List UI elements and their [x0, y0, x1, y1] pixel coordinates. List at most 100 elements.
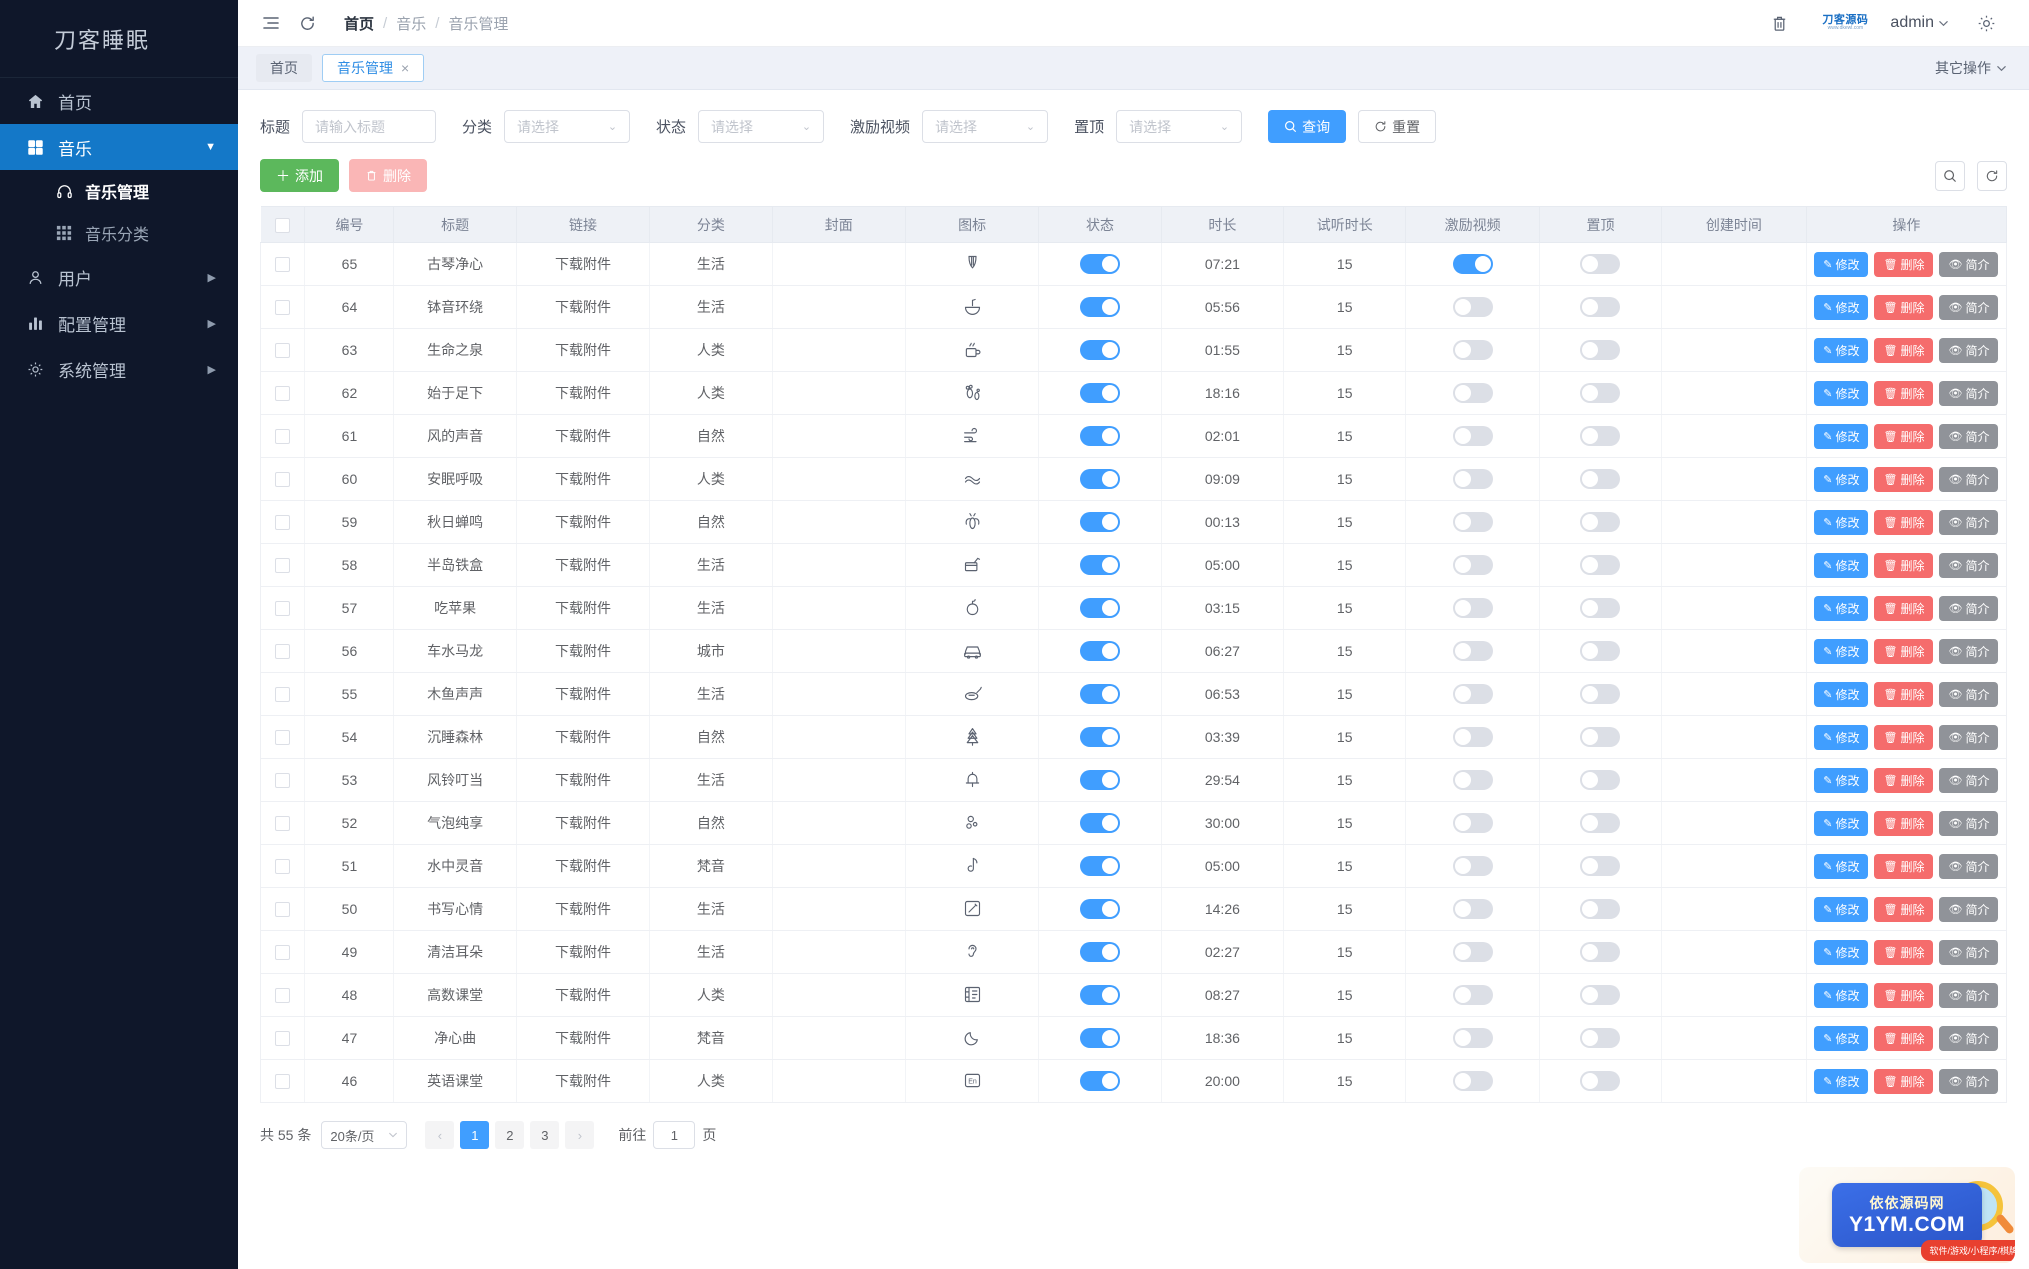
row-checkbox[interactable] [275, 300, 291, 316]
top-toggle[interactable] [1580, 512, 1621, 532]
row-删除-button[interactable]: 🗑 删除 [1874, 1068, 1934, 1094]
table-row[interactable]: 49 清洁耳朵 下载附件 生活 02:27 15 ✎ 修改 🗑 删除 👁 简介 [259, 930, 2008, 974]
top-toggle[interactable] [1580, 770, 1621, 790]
download-link[interactable]: 下载附件 [555, 944, 611, 960]
download-link[interactable]: 下载附件 [555, 557, 611, 573]
filter-select-分类[interactable]: 请选择 ⌄ [504, 110, 631, 143]
row-简介-button[interactable]: 👁 简介 [1939, 724, 1999, 750]
row-删除-button[interactable]: 🗑 删除 [1874, 638, 1934, 664]
sidebar-item-音乐[interactable]: 音乐 ▼ [0, 124, 238, 170]
search-icon[interactable] [1935, 160, 1965, 191]
status-toggle[interactable] [1080, 856, 1121, 876]
row-修改-button[interactable]: ✎ 修改 [1814, 552, 1869, 578]
row-修改-button[interactable]: ✎ 修改 [1814, 638, 1869, 664]
row-删除-button[interactable]: 🗑 删除 [1874, 251, 1934, 277]
row-简介-button[interactable]: 👁 简介 [1939, 552, 1999, 578]
table-row[interactable]: 54 沉睡森林 下载附件 自然 03:39 15 ✎ 修改 🗑 删除 👁 简介 [259, 715, 2008, 759]
status-toggle[interactable] [1080, 469, 1121, 489]
row-删除-button[interactable]: 🗑 删除 [1874, 767, 1934, 793]
download-link[interactable]: 下载附件 [555, 385, 611, 401]
row-checkbox[interactable] [275, 429, 291, 445]
page-button-3[interactable]: 3 [530, 1121, 560, 1149]
sidebar-item-系统管理[interactable]: 系统管理 ▶ [0, 346, 238, 392]
row-修改-button[interactable]: ✎ 修改 [1814, 939, 1869, 965]
reward-video-toggle[interactable] [1452, 340, 1493, 360]
cell-link[interactable]: 下载附件 [516, 371, 651, 415]
row-checkbox[interactable] [275, 472, 291, 488]
table-row[interactable]: 64 钵音环绕 下载附件 生活 05:56 15 ✎ 修改 🗑 删除 👁 简介 [259, 285, 2008, 329]
row-简介-button[interactable]: 👁 简介 [1939, 939, 1999, 965]
row-checkbox[interactable] [275, 601, 291, 617]
row-checkbox[interactable] [275, 1074, 291, 1090]
row-删除-button[interactable]: 🗑 删除 [1874, 982, 1934, 1008]
status-toggle[interactable] [1080, 899, 1121, 919]
table-row[interactable]: 63 生命之泉 下载附件 人类 01:55 15 ✎ 修改 🗑 删除 👁 简介 [259, 328, 2008, 372]
row-删除-button[interactable]: 🗑 删除 [1874, 896, 1934, 922]
top-toggle[interactable] [1580, 641, 1621, 661]
row-checkbox[interactable] [275, 859, 291, 875]
hamburger-icon[interactable] [256, 8, 286, 38]
table-row[interactable]: 52 气泡纯享 下载附件 自然 30:00 15 ✎ 修改 🗑 删除 👁 简介 [259, 801, 2008, 845]
row-checkbox[interactable] [275, 257, 291, 273]
row-简介-button[interactable]: 👁 简介 [1939, 982, 1999, 1008]
row-删除-button[interactable]: 🗑 删除 [1874, 466, 1934, 492]
cell-link[interactable]: 下载附件 [516, 328, 651, 372]
table-row[interactable]: 50 书写心情 下载附件 生活 14:26 15 ✎ 修改 🗑 删除 👁 简介 [259, 887, 2008, 931]
cell-link[interactable]: 下载附件 [516, 758, 651, 802]
table-row[interactable]: 61 风的声音 下载附件 自然 02:01 15 ✎ 修改 🗑 删除 👁 简介 [259, 414, 2008, 458]
row-删除-button[interactable]: 🗑 删除 [1874, 509, 1934, 535]
top-toggle[interactable] [1580, 899, 1621, 919]
download-link[interactable]: 下载附件 [555, 428, 611, 444]
breadcrumb-item[interactable]: 首页 [344, 13, 374, 34]
status-toggle[interactable] [1080, 942, 1121, 962]
row-修改-button[interactable]: ✎ 修改 [1814, 982, 1869, 1008]
add-button[interactable]: ＋ 添加 [260, 159, 339, 192]
sidebar-item-首页[interactable]: 首页 [0, 78, 238, 124]
download-link[interactable]: 下载附件 [555, 643, 611, 659]
row-checkbox[interactable] [275, 945, 291, 961]
sidebar-subitem-音乐分类[interactable]: 音乐分类 [0, 212, 238, 254]
user-menu[interactable]: admin [1890, 14, 1949, 32]
row-修改-button[interactable]: ✎ 修改 [1814, 380, 1869, 406]
row-修改-button[interactable]: ✎ 修改 [1814, 724, 1869, 750]
row-简介-button[interactable]: 👁 简介 [1939, 595, 1999, 621]
reward-video-toggle[interactable] [1452, 813, 1493, 833]
row-删除-button[interactable]: 🗑 删除 [1874, 595, 1934, 621]
cell-link[interactable]: 下载附件 [516, 586, 651, 630]
row-checkbox[interactable] [275, 816, 291, 832]
download-link[interactable]: 下载附件 [555, 815, 611, 831]
top-toggle[interactable] [1580, 684, 1621, 704]
row-checkbox[interactable] [275, 988, 291, 1004]
sidebar-item-配置管理[interactable]: 配置管理 ▶ [0, 300, 238, 346]
cell-link[interactable]: 下载附件 [516, 414, 651, 458]
download-link[interactable]: 下载附件 [555, 471, 611, 487]
row-简介-button[interactable]: 👁 简介 [1939, 294, 1999, 320]
row-简介-button[interactable]: 👁 简介 [1939, 810, 1999, 836]
status-toggle[interactable] [1080, 641, 1121, 661]
status-toggle[interactable] [1080, 1028, 1121, 1048]
status-toggle[interactable] [1080, 684, 1121, 704]
reward-video-toggle[interactable] [1452, 512, 1493, 532]
page-button-1[interactable]: 1 [460, 1121, 490, 1149]
top-toggle[interactable] [1580, 555, 1621, 575]
row-checkbox[interactable] [275, 515, 291, 531]
top-toggle[interactable] [1580, 813, 1621, 833]
status-toggle[interactable] [1080, 727, 1121, 747]
row-修改-button[interactable]: ✎ 修改 [1814, 337, 1869, 363]
row-简介-button[interactable]: 👁 简介 [1939, 681, 1999, 707]
top-toggle[interactable] [1580, 254, 1621, 274]
reward-video-toggle[interactable] [1452, 942, 1493, 962]
cell-link[interactable]: 下载附件 [516, 500, 651, 544]
sidebar-subitem-音乐管理[interactable]: 音乐管理 [0, 170, 238, 212]
row-修改-button[interactable]: ✎ 修改 [1814, 810, 1869, 836]
cell-link[interactable]: 下载附件 [516, 844, 651, 888]
reset-button[interactable]: 重置 [1358, 110, 1437, 143]
filter-select-激励视频[interactable]: 请选择 ⌄ [922, 110, 1049, 143]
cell-link[interactable]: 下载附件 [516, 973, 651, 1017]
row-简介-button[interactable]: 👁 简介 [1939, 423, 1999, 449]
row-修改-button[interactable]: ✎ 修改 [1814, 509, 1869, 535]
other-actions-menu[interactable]: 其它操作 [1935, 58, 2007, 78]
row-修改-button[interactable]: ✎ 修改 [1814, 896, 1869, 922]
cell-link[interactable]: 下载附件 [516, 801, 651, 845]
row-删除-button[interactable]: 🗑 删除 [1874, 423, 1934, 449]
